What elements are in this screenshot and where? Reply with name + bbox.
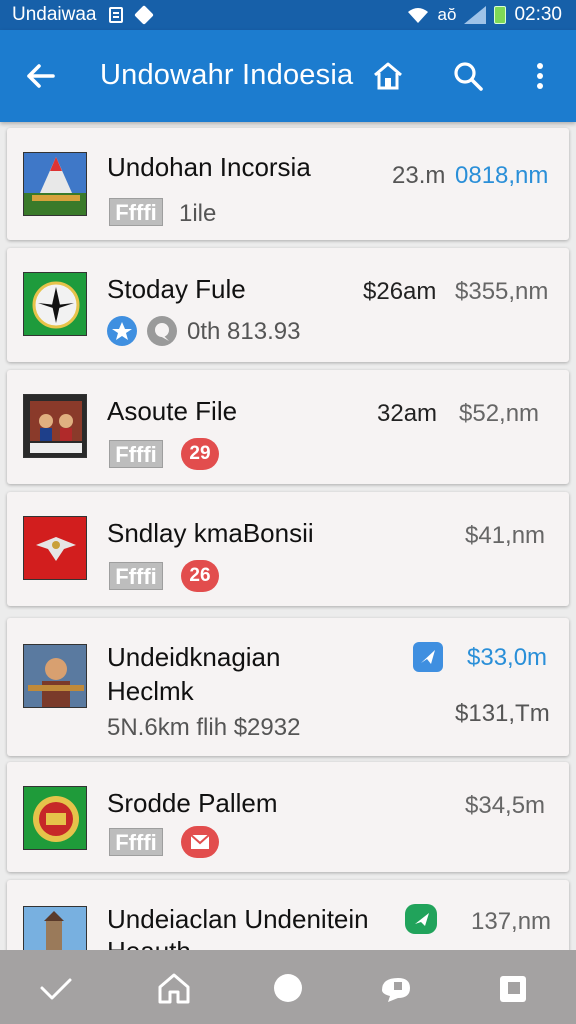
recent-apps-icon[interactable] xyxy=(494,968,534,1008)
item-thumbnail xyxy=(23,906,87,950)
star-icon xyxy=(107,316,137,346)
signal-icon xyxy=(464,6,487,24)
item-thumbnail xyxy=(23,516,87,580)
battery-icon xyxy=(494,6,507,24)
list-item[interactable]: Undohan Incorsia Ffffi 1ile 23.m 0818,nm xyxy=(7,128,569,240)
item-price: $355,nm xyxy=(455,278,549,305)
file-list: Undohan Incorsia Ffffi 1ile 23.m 0818,nm… xyxy=(0,122,576,950)
home-icon[interactable] xyxy=(370,58,406,94)
item-price: 137,nm xyxy=(471,908,552,935)
item-tag: Ffffi xyxy=(109,562,163,590)
item-thumbnail xyxy=(23,394,87,458)
item-title-line2: Heauth xyxy=(107,936,191,950)
count-badge: 29 xyxy=(181,438,219,470)
item-time: $26am xyxy=(363,278,437,305)
item-price: $41,nm xyxy=(465,522,546,549)
item-title-line2: Heclmk xyxy=(107,676,194,706)
status-carrier: Undaiwaa xyxy=(12,4,97,25)
item-subtitle: 0th 813.93 xyxy=(187,318,301,345)
item-price: 0818,nm xyxy=(455,162,549,189)
item-title: Asoute File xyxy=(107,396,238,426)
item-time: 23.m xyxy=(392,162,446,189)
mail-icon xyxy=(181,826,219,858)
item-price-secondary: $131,Tm xyxy=(455,700,550,727)
share-icon[interactable] xyxy=(413,642,443,672)
back-arrow-icon[interactable] xyxy=(22,58,58,94)
app-bar: Undowahr Indoesia xyxy=(0,30,576,122)
list-item[interactable]: Undeidknagian Heclmk 5N.6km flih $2932 $… xyxy=(7,618,569,756)
item-title: Undeiaclan Undenitein xyxy=(107,904,369,934)
item-subtitle: 5N.6km flih $2932 xyxy=(107,714,301,741)
chat-nav-icon[interactable] xyxy=(376,968,416,1008)
item-price: $52,nm xyxy=(459,400,540,427)
check-icon[interactable] xyxy=(36,968,76,1008)
list-item[interactable]: Asoute File Ffffi 29 32am $52,nm xyxy=(7,370,569,484)
item-time: 32am xyxy=(377,400,438,427)
bottom-nav-bar xyxy=(0,950,576,1024)
item-title: Undohan Incorsia xyxy=(107,152,311,182)
item-tag: Ffffi xyxy=(109,828,163,856)
item-tag: Ffffi xyxy=(109,198,163,226)
app-title: Undowahr Indoesia xyxy=(100,59,354,91)
status-clock: 02:30 xyxy=(514,4,562,25)
list-item[interactable]: Stoday Fule 0th 813.93 $26am $355,nm xyxy=(7,248,569,362)
item-title: Undeidknagian xyxy=(107,642,281,672)
wifi-icon xyxy=(407,8,428,23)
item-thumbnail xyxy=(23,644,87,708)
item-title: Sndlay kmaBonsii xyxy=(107,518,314,548)
item-price: $34,5m xyxy=(465,792,546,819)
item-thumbnail xyxy=(23,152,87,216)
list-item[interactable]: Undeiaclan Undenitein Heauth 137,nm xyxy=(7,880,569,950)
network-type: aŏ xyxy=(437,5,457,24)
item-subtitle: 1ile xyxy=(179,200,217,227)
status-right: aŏ 02:30 xyxy=(406,0,562,30)
search-icon[interactable] xyxy=(450,58,486,94)
action-icon[interactable] xyxy=(405,904,437,934)
item-title: Srodde Pallem xyxy=(107,788,278,818)
item-thumbnail xyxy=(23,786,87,850)
circle-nav-icon[interactable] xyxy=(268,968,308,1008)
item-price: $33,0m xyxy=(467,644,548,671)
count-badge: 26 xyxy=(181,560,219,592)
more-options-icon[interactable] xyxy=(522,58,558,94)
item-tag: Ffffi xyxy=(109,440,163,468)
list-item[interactable]: Srodde Pallem Ffffi $34,5m xyxy=(7,762,569,872)
item-title: Stoday Fule xyxy=(107,274,246,304)
status-bar: Undaiwaa aŏ 02:30 xyxy=(0,0,576,30)
comment-icon xyxy=(147,316,177,346)
list-item[interactable]: Sndlay kmaBonsii Ffffi 26 $41,nm xyxy=(7,492,569,606)
item-thumbnail xyxy=(23,272,87,336)
app-notification-icon xyxy=(133,5,154,25)
home-nav-icon[interactable] xyxy=(154,968,194,1008)
notification-icon xyxy=(108,7,123,23)
